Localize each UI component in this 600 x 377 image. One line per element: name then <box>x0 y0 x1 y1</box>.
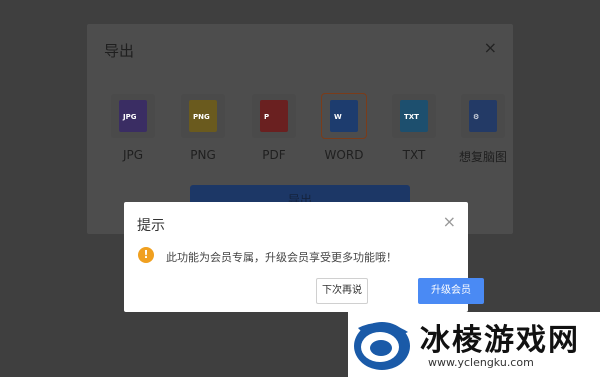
word-file-icon: W <box>330 100 358 132</box>
close-icon[interactable]: × <box>443 212 456 231</box>
format-label: PDF <box>262 148 286 162</box>
watermark-url: www.yclengku.com <box>428 356 534 369</box>
format-option-jpg[interactable]: JPG JPG <box>103 94 163 162</box>
format-option-png[interactable]: PNG PNG <box>173 94 233 162</box>
format-option-txt[interactable]: TXT TXT <box>384 94 444 162</box>
format-options: JPG JPG PNG PNG P PDF W WORD TXT TXT ⚙ 想… <box>101 93 507 164</box>
format-label: JPG <box>122 148 144 162</box>
format-label: 想复脑图 <box>458 150 507 164</box>
watermark-name: 冰棱游戏网 <box>420 323 580 358</box>
later-button[interactable]: 下次再说 <box>316 278 368 304</box>
dialog-title: 提示 <box>137 218 165 234</box>
upgrade-member-button[interactable]: 升级会员 <box>418 278 484 304</box>
warning-icon: ! <box>138 247 154 263</box>
upgrade-dialog: 提示 × ! 此功能为会员专属，升级会员享受更多功能哦！ 下次再说 升级会员 <box>124 202 484 312</box>
format-option-mindmap[interactable]: ⚙ 想复脑图 <box>453 94 513 165</box>
format-option-word[interactable]: W WORD <box>314 93 374 162</box>
dialog-message: 此功能为会员专属，升级会员享受更多功能哦！ <box>166 251 397 264</box>
format-option-pdf[interactable]: P PDF <box>244 94 304 162</box>
format-label: TXT <box>402 148 426 162</box>
pdf-file-icon: P <box>260 100 288 132</box>
jpg-file-icon: JPG <box>119 100 147 132</box>
format-label: PNG <box>190 148 216 162</box>
mindmap-file-icon: ⚙ <box>469 100 497 132</box>
close-icon[interactable]: × <box>484 38 497 57</box>
export-panel-title: 导出 <box>104 42 135 60</box>
site-watermark: 冰棱游戏网 www.yclengku.com <box>348 312 600 377</box>
png-file-icon: PNG <box>189 100 217 132</box>
format-label: WORD <box>324 148 364 162</box>
txt-file-icon: TXT <box>400 100 428 132</box>
watermark-logo-icon <box>354 322 410 370</box>
